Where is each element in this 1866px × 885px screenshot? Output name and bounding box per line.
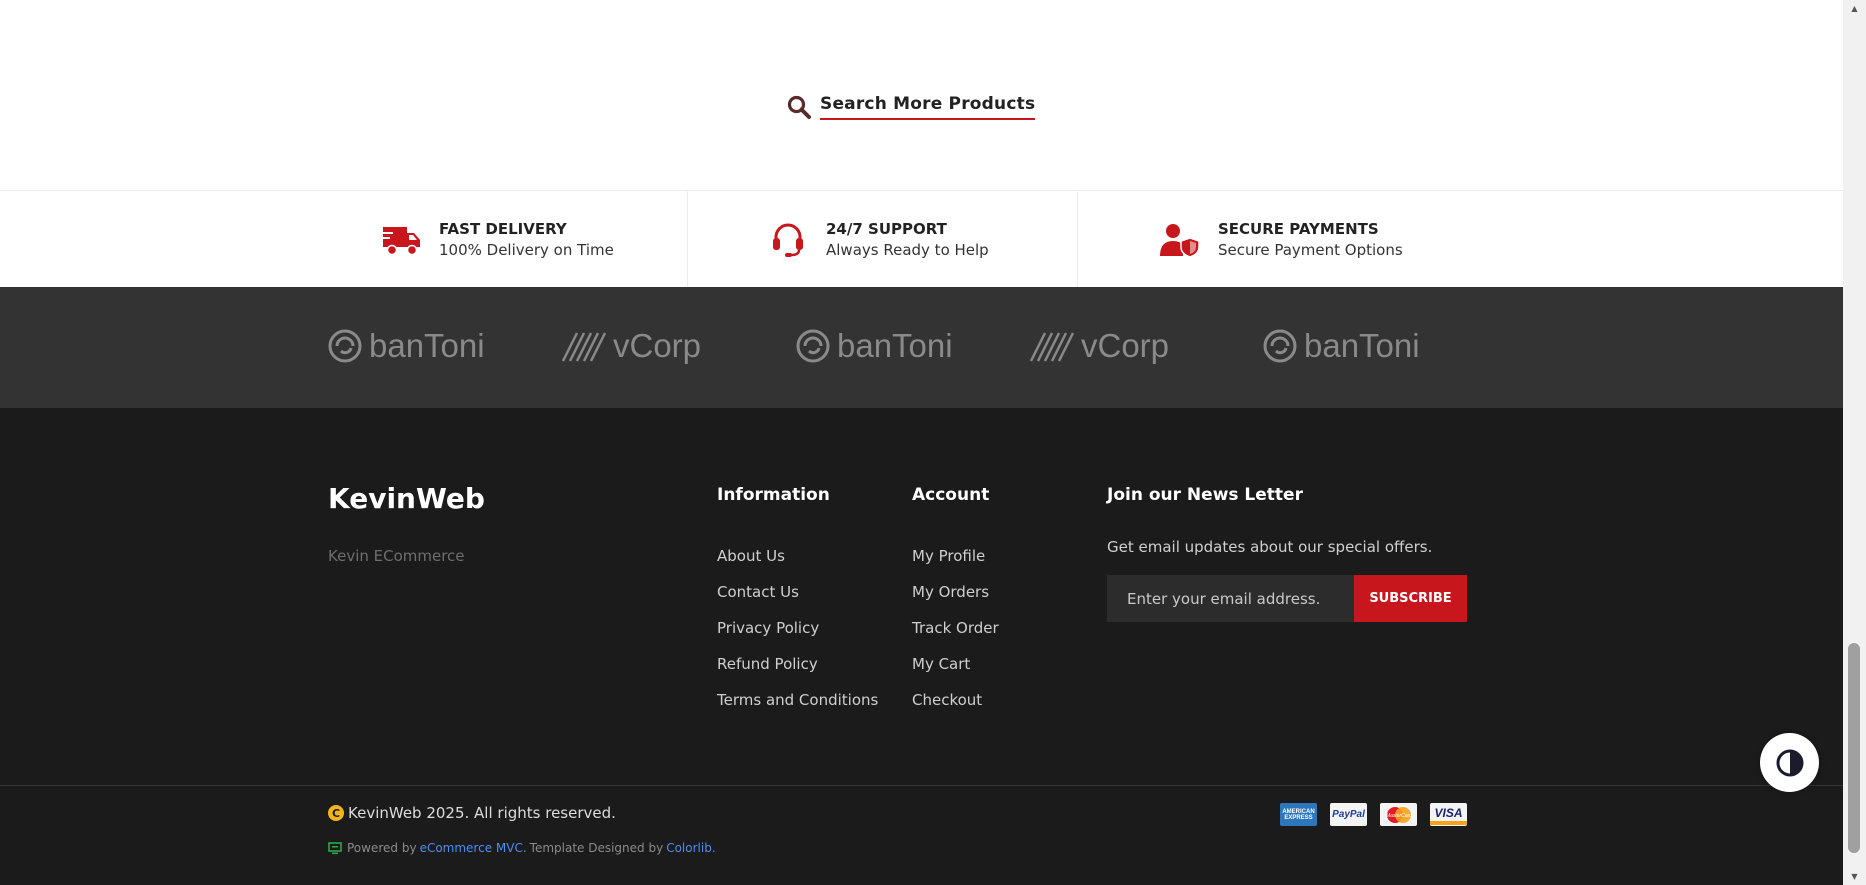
headset-icon bbox=[768, 220, 808, 260]
scroll-up-arrow-icon[interactable]: ▲ bbox=[1843, 0, 1866, 17]
brand-logo[interactable]: vCorp bbox=[1029, 327, 1169, 365]
bantoni-logo-icon bbox=[796, 329, 830, 363]
monitor-icon bbox=[328, 841, 342, 854]
feature-secure-payments: SECURE PAYMENTS Secure Payment Options bbox=[1160, 191, 1403, 288]
brand-logo[interactable]: banToni bbox=[327, 327, 485, 365]
brand-logos-bar: banToni vCorp banToni vCorp banToni bbox=[0, 287, 1843, 408]
user-shield-icon bbox=[1160, 220, 1200, 260]
copyright-icon: C bbox=[328, 805, 344, 821]
brand-logo[interactable]: banToni bbox=[1262, 327, 1420, 365]
svg-text:MasterCard: MasterCard bbox=[1385, 813, 1411, 819]
brand-logo[interactable]: banToni bbox=[795, 327, 953, 365]
footer-divider bbox=[0, 785, 1843, 786]
copyright-text: KevinWeb 2025. All rights reserved. bbox=[348, 804, 616, 822]
page: Search More Products FAST DELIVERY 100% … bbox=[0, 0, 1843, 885]
search-icon bbox=[787, 95, 811, 119]
footer-link-my-orders[interactable]: My Orders bbox=[912, 574, 999, 610]
bantoni-logo-icon bbox=[328, 329, 362, 363]
scroll-down-arrow-icon[interactable]: ▼ bbox=[1843, 868, 1866, 885]
features-bar: FAST DELIVERY 100% Delivery on Time 24/7… bbox=[0, 190, 1843, 288]
footer-link-my-profile[interactable]: My Profile bbox=[912, 538, 999, 574]
footer-link-refund-policy[interactable]: Refund Policy bbox=[717, 646, 878, 682]
bantoni-logo-icon bbox=[1263, 329, 1297, 363]
footer-tagline: Kevin ECommerce bbox=[328, 547, 465, 565]
footer-link-my-cart[interactable]: My Cart bbox=[912, 646, 999, 682]
brand-name: banToni bbox=[369, 327, 485, 364]
contrast-toggle-button[interactable] bbox=[1760, 733, 1819, 792]
brand-name: vCorp bbox=[613, 327, 702, 364]
feature-divider bbox=[1077, 191, 1078, 288]
mastercard-card-icon: MasterCard bbox=[1380, 803, 1417, 826]
search-more-products-link[interactable]: Search More Products bbox=[786, 94, 1036, 120]
brand-name: banToni bbox=[1304, 327, 1420, 364]
footer-link-privacy-policy[interactable]: Privacy Policy bbox=[717, 610, 878, 646]
account-heading: Account bbox=[912, 485, 990, 505]
footer-link-about-us[interactable]: About Us bbox=[717, 538, 878, 574]
powered-prefix: Powered by bbox=[347, 841, 417, 855]
feature-desc: 100% Delivery on Time bbox=[439, 241, 614, 259]
information-heading: Information bbox=[717, 485, 830, 505]
payment-methods: AMERICAN EXPRESS PayPal MasterCard VISA bbox=[1280, 803, 1467, 826]
site-footer: KevinWeb Kevin ECommerce Information Abo… bbox=[0, 408, 1843, 885]
feature-fast-delivery: FAST DELIVERY 100% Delivery on Time bbox=[381, 191, 614, 288]
powered-by: Powered by eCommerce MVC. Template Desig… bbox=[328, 841, 719, 855]
information-links: About Us Contact Us Privacy Policy Refun… bbox=[717, 538, 878, 718]
footer-link-terms[interactable]: Terms and Conditions bbox=[717, 682, 878, 718]
feature-text: SECURE PAYMENTS Secure Payment Options bbox=[1218, 220, 1403, 259]
footer-link-track-order[interactable]: Track Order bbox=[912, 610, 999, 646]
subscribe-button[interactable]: SUBSCRIBE bbox=[1354, 575, 1467, 622]
search-more-products-label: Search More Products bbox=[820, 94, 1036, 120]
colorlib-link[interactable]: Colorlib. bbox=[666, 841, 715, 855]
copyright: C KevinWeb 2025. All rights reserved. bbox=[328, 804, 616, 822]
truck-icon bbox=[381, 220, 421, 260]
brand-name: banToni bbox=[837, 327, 953, 364]
brand-name: vCorp bbox=[1081, 327, 1170, 364]
ecommerce-mvc-link[interactable]: eCommerce MVC. bbox=[420, 841, 527, 855]
vcorp-logo-icon bbox=[561, 332, 607, 362]
feature-divider bbox=[687, 191, 688, 288]
feature-text: 24/7 SUPPORT Always Ready to Help bbox=[826, 220, 989, 259]
contrast-icon bbox=[1776, 749, 1803, 776]
visa-card-icon: VISA bbox=[1430, 803, 1467, 826]
feature-title: SECURE PAYMENTS bbox=[1218, 220, 1379, 238]
account-links: My Profile My Orders Track Order My Cart… bbox=[912, 538, 999, 718]
feature-title: FAST DELIVERY bbox=[439, 220, 567, 238]
amex-card-icon: AMERICAN EXPRESS bbox=[1280, 803, 1317, 826]
brand-logo[interactable]: vCorp bbox=[561, 327, 701, 365]
feature-text: FAST DELIVERY 100% Delivery on Time bbox=[439, 220, 614, 259]
feature-desc: Secure Payment Options bbox=[1218, 241, 1403, 259]
search-section: Search More Products bbox=[0, 0, 1843, 190]
newsletter-form: SUBSCRIBE bbox=[1107, 575, 1467, 622]
footer-logo[interactable]: KevinWeb bbox=[328, 482, 485, 515]
page-scrollbar[interactable]: ▲ ▼ bbox=[1843, 0, 1866, 885]
designed-prefix: Template Designed by bbox=[529, 841, 664, 855]
newsletter-email-input[interactable] bbox=[1107, 575, 1354, 622]
footer-link-checkout[interactable]: Checkout bbox=[912, 682, 999, 718]
scrollbar-thumb[interactable] bbox=[1848, 643, 1860, 853]
newsletter-heading: Join our News Letter bbox=[1107, 485, 1303, 505]
newsletter-description: Get email updates about our special offe… bbox=[1107, 538, 1433, 556]
feature-title: 24/7 SUPPORT bbox=[826, 220, 947, 238]
paypal-card-icon: PayPal bbox=[1330, 803, 1367, 826]
footer-link-contact-us[interactable]: Contact Us bbox=[717, 574, 878, 610]
feature-support: 24/7 SUPPORT Always Ready to Help bbox=[768, 191, 989, 288]
vcorp-logo-icon bbox=[1029, 332, 1075, 362]
feature-desc: Always Ready to Help bbox=[826, 241, 989, 259]
